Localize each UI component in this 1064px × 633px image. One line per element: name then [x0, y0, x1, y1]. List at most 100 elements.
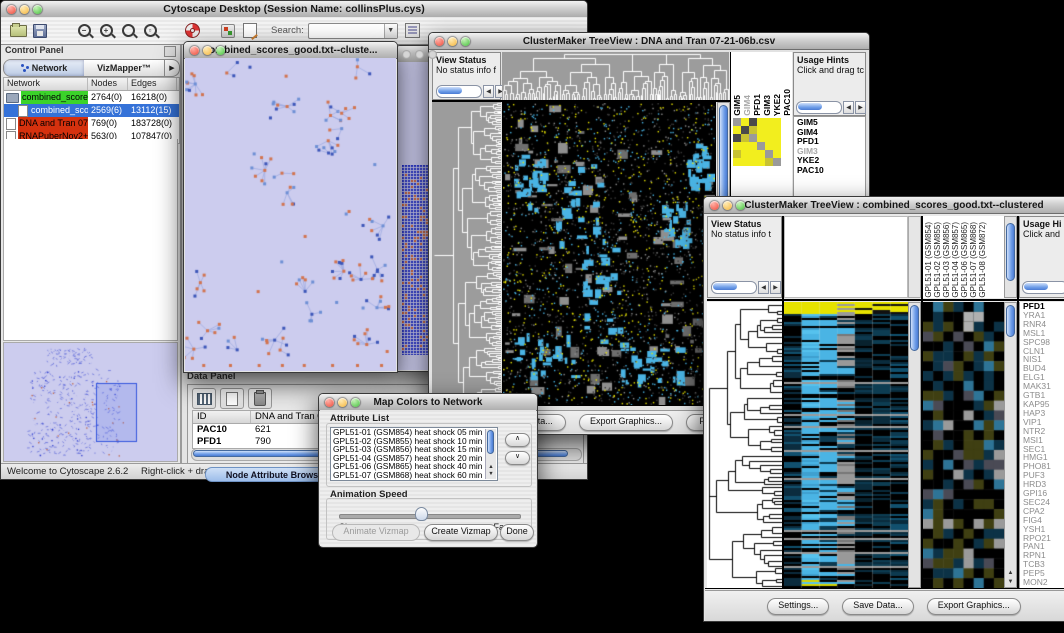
- matrix-cell[interactable]: [741, 150, 749, 158]
- vscroll-thumb[interactable]: [1006, 223, 1015, 281]
- scroll-right-icon[interactable]: ▶: [770, 281, 781, 294]
- network-view-canvas-area[interactable]: [185, 58, 396, 371]
- network-canvas[interactable]: [185, 58, 396, 371]
- scroll-left-icon[interactable]: ◀: [758, 281, 769, 294]
- matrix-cell[interactable]: [749, 134, 757, 142]
- matrix-cell[interactable]: [757, 134, 765, 142]
- matrix-cell[interactable]: [733, 134, 741, 142]
- matrix-cell[interactable]: [749, 118, 757, 126]
- minimize-icon[interactable]: [203, 46, 212, 55]
- zoom-in-button[interactable]: +: [95, 21, 117, 41]
- treeview2-window[interactable]: ClusterMaker TreeView : combined_scores_…: [703, 196, 1064, 622]
- treeview1-titlebar[interactable]: ClusterMaker TreeView : DNA and Tran 07-…: [429, 33, 869, 50]
- column-label[interactable]: GPL51-07 (GSM868): [969, 222, 978, 298]
- attribute-browser-button[interactable]: [402, 21, 424, 41]
- mini-hscrollbar[interactable]: ◀ ▶: [796, 101, 866, 114]
- matrix-cell[interactable]: [765, 150, 773, 158]
- column-label[interactable]: GPL51-08 (GSM872): [978, 222, 987, 298]
- scroll-down-icon[interactable]: ▼: [1006, 577, 1015, 586]
- vscroll-thumb[interactable]: [487, 430, 494, 454]
- network-overview-panel[interactable]: [3, 342, 178, 462]
- column-label[interactable]: PFD1: [753, 94, 762, 116]
- speed-slider-thumb[interactable]: [415, 507, 428, 521]
- row-label[interactable]: PAC10: [797, 166, 865, 176]
- zoom-window-icon[interactable]: [216, 46, 225, 55]
- animate-vizmap-button[interactable]: Animate Vizmap: [332, 524, 420, 541]
- move-up-button[interactable]: ∧: [505, 433, 530, 447]
- matrix-cell[interactable]: [765, 134, 773, 142]
- hscroll-track[interactable]: [436, 85, 482, 98]
- float-panel-icon[interactable]: [164, 46, 176, 57]
- scroll-left-icon[interactable]: ◀: [483, 85, 494, 98]
- window-controls[interactable]: [710, 201, 745, 210]
- export-graphics-button[interactable]: Export Graphics...: [579, 414, 673, 431]
- help-button[interactable]: [181, 21, 203, 41]
- dense-network-canvas[interactable]: [402, 165, 430, 355]
- list-scroll-arrows[interactable]: ▲▼: [486, 464, 496, 478]
- matrix-cell[interactable]: [733, 158, 741, 166]
- matrix-cell[interactable]: [733, 126, 741, 134]
- window-controls[interactable]: [435, 37, 470, 46]
- column-dendrogram-canvas[interactable]: [502, 52, 729, 100]
- matrix-cell[interactable]: [733, 118, 741, 126]
- column-label[interactable]: GPL51-04 (GSM857): [951, 222, 960, 298]
- column-label[interactable]: PAC10: [783, 89, 792, 116]
- mini-hscrollbar[interactable]: ◀: [1022, 281, 1064, 294]
- hscroll-track[interactable]: [796, 101, 842, 114]
- column-label[interactable]: YKE2: [773, 94, 782, 116]
- list-item[interactable]: GPL51-07 (GSM868) heat shock 60 min: [331, 471, 497, 480]
- window-controls[interactable]: [7, 5, 42, 14]
- matrix-cell[interactable]: [773, 126, 781, 134]
- select-attributes-button[interactable]: [192, 388, 216, 409]
- matrix-cell[interactable]: [757, 158, 765, 166]
- minimize-icon[interactable]: [415, 50, 424, 59]
- matrix-cell[interactable]: [733, 150, 741, 158]
- network-view-window[interactable]: combined_scores_good.txt--cluste...: [183, 41, 398, 373]
- matrix-cell[interactable]: [773, 150, 781, 158]
- save-data-button[interactable]: Save Data...: [842, 598, 914, 615]
- heatmap-vscrollbar[interactable]: [908, 302, 921, 588]
- heatmap-canvas[interactable]: [784, 302, 908, 588]
- speed-slider-track[interactable]: [339, 514, 521, 519]
- matrix-cell[interactable]: [749, 142, 757, 150]
- matrix-cell[interactable]: [757, 150, 765, 158]
- vscroll-thumb[interactable]: [1006, 305, 1015, 337]
- attribute-list[interactable]: GPL51-01 (GSM854) heat shock 05 minGPL51…: [330, 427, 498, 481]
- labels-vscrollbar[interactable]: [1004, 216, 1017, 298]
- dialog-titlebar[interactable]: Map Colors to Network: [319, 394, 537, 411]
- detail-vscrollbar[interactable]: ▲ ▼: [1004, 302, 1017, 588]
- vscroll-thumb[interactable]: [910, 305, 919, 351]
- chevron-down-icon[interactable]: ▼: [384, 24, 397, 38]
- network-overview-canvas[interactable]: [4, 343, 177, 461]
- matrix-cell[interactable]: [765, 118, 773, 126]
- open-session-button[interactable]: [7, 21, 29, 41]
- matrix-cell[interactable]: [757, 118, 765, 126]
- matrix-cell[interactable]: [765, 126, 773, 134]
- detail-heatmap-canvas[interactable]: [923, 302, 1004, 588]
- treeview2-titlebar[interactable]: ClusterMaker TreeView : combined_scores_…: [704, 197, 1064, 214]
- column-label[interactable]: GPL51-01 (GSM854): [924, 222, 933, 298]
- zoom-out-button[interactable]: −: [73, 21, 95, 41]
- scroll-right-icon[interactable]: ▶: [855, 101, 866, 114]
- matrix-cell[interactable]: [765, 158, 773, 166]
- hscroll-thumb[interactable]: [438, 87, 462, 94]
- matrix-cell[interactable]: [773, 158, 781, 166]
- mini-hscrollbar[interactable]: ◀ ▶: [711, 281, 781, 294]
- row-dendrogram-canvas[interactable]: [707, 302, 782, 588]
- matrix-cell[interactable]: [741, 118, 749, 126]
- minimize-icon[interactable]: [448, 37, 457, 46]
- hscroll-track[interactable]: [1022, 281, 1064, 294]
- narrow-scroll-strip[interactable]: [908, 216, 921, 298]
- close-icon[interactable]: [710, 201, 719, 210]
- col-network[interactable]: Network: [4, 78, 88, 90]
- minimize-icon[interactable]: [338, 398, 347, 407]
- new-attribute-button[interactable]: [220, 388, 244, 409]
- gene-label[interactable]: MON2: [1023, 578, 1064, 587]
- minimize-icon[interactable]: [20, 5, 29, 14]
- column-label[interactable]: GIM5: [733, 95, 742, 116]
- column-label[interactable]: GPL51-06 (GSM865): [960, 222, 969, 298]
- done-button[interactable]: Done: [500, 524, 534, 541]
- matrix-cell[interactable]: [741, 126, 749, 134]
- window-controls[interactable]: [325, 398, 360, 407]
- close-icon[interactable]: [435, 37, 444, 46]
